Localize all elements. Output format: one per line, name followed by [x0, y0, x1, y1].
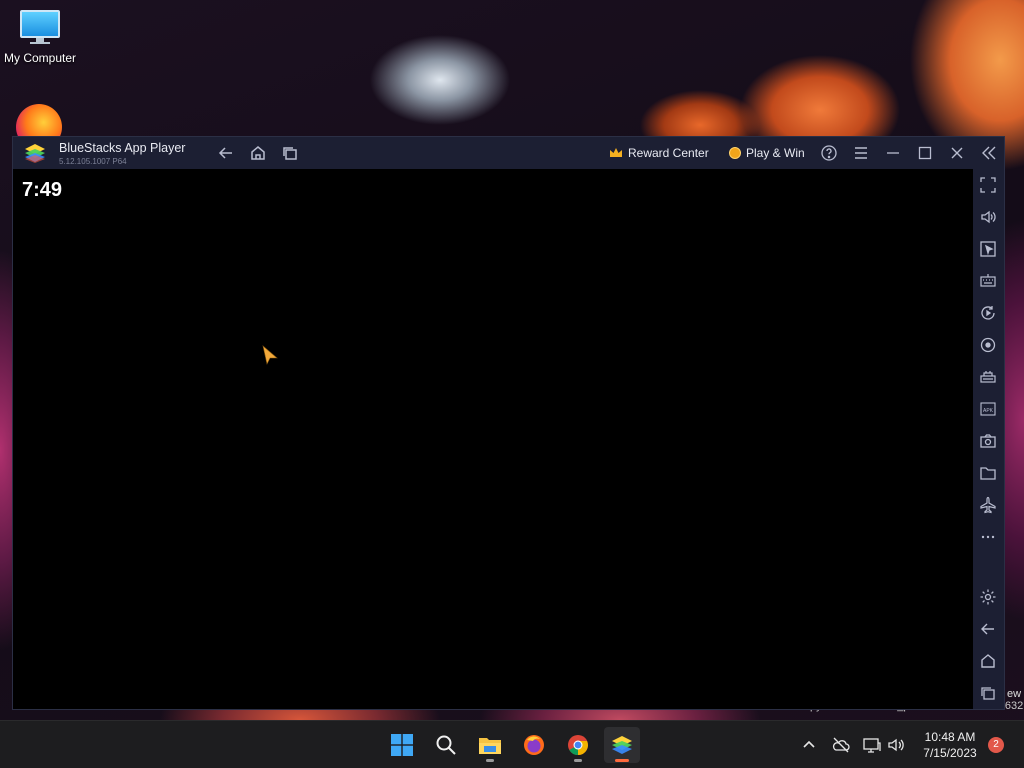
maximize-icon[interactable] — [916, 144, 934, 162]
back-arrow-icon[interactable] — [217, 144, 235, 162]
minimize-icon[interactable] — [884, 144, 902, 162]
search-button[interactable] — [428, 727, 464, 763]
desktop-icon-label: My Computer — [3, 51, 77, 65]
screenshot-icon[interactable] — [979, 432, 997, 450]
recent-apps-icon[interactable] — [281, 144, 299, 162]
svg-text:APK: APK — [983, 408, 994, 414]
pointer-icon[interactable] — [979, 240, 997, 258]
watermark-fragment: ew — [1007, 688, 1022, 700]
window-title: BlueStacks App Player — [59, 141, 186, 155]
firefox-button[interactable] — [516, 727, 552, 763]
android-back-icon[interactable] — [979, 620, 997, 638]
close-icon[interactable] — [948, 144, 966, 162]
reward-center-button[interactable]: Reward Center — [609, 143, 709, 163]
clock-time: 10:48 AM — [924, 730, 976, 744]
file-explorer-button[interactable] — [472, 727, 508, 763]
sync-icon[interactable] — [979, 336, 997, 354]
help-icon[interactable] — [820, 144, 838, 162]
settings-icon[interactable] — [979, 588, 997, 606]
clock-date: 7/15/2023 — [923, 746, 977, 760]
crown-icon — [610, 148, 622, 157]
bluestacks-logo-icon — [25, 144, 45, 163]
bluestacks-window: BlueStacks App Player 5.12.105.1007 P64 … — [12, 136, 1005, 710]
clock[interactable]: 10:48 AM 7/15/2023 — [918, 729, 982, 761]
title-bar[interactable]: BlueStacks App Player 5.12.105.1007 P64 … — [13, 137, 1004, 169]
onedrive-icon[interactable] — [831, 735, 851, 755]
coin-icon — [729, 147, 741, 159]
more-icon[interactable] — [979, 528, 997, 546]
home-icon[interactable] — [249, 144, 267, 162]
play-win-button[interactable]: Play & Win — [729, 143, 805, 163]
notification-badge[interactable]: 2 — [988, 737, 1004, 753]
windows-start-icon — [391, 734, 413, 756]
monitor-icon — [20, 10, 60, 44]
fullscreen-icon[interactable] — [979, 176, 997, 194]
android-clock: 7:49 — [22, 179, 63, 201]
search-icon — [436, 735, 456, 755]
file-explorer-icon — [479, 738, 501, 754]
hamburger-menu-icon[interactable] — [852, 144, 870, 162]
desktop-icon-my-computer[interactable]: My Computer — [0, 10, 80, 65]
reward-center-label: Reward Center — [628, 146, 709, 160]
android-recents-icon[interactable] — [979, 684, 997, 702]
start-button[interactable] — [384, 727, 420, 763]
bluestacks-icon — [612, 736, 632, 754]
chrome-icon — [568, 735, 588, 756]
rotate-icon[interactable] — [979, 304, 997, 322]
collapse-sidebar-icon[interactable] — [980, 144, 998, 162]
volume-tray-icon[interactable] — [886, 735, 906, 755]
keyboard-icon[interactable] — [979, 272, 997, 290]
chevron-up-icon[interactable] — [799, 735, 819, 755]
network-icon[interactable] — [862, 735, 882, 755]
right-sidebar: APK — [973, 169, 1004, 709]
app-version: 5.12.105.1007 P64 — [59, 157, 127, 166]
folder-icon[interactable] — [979, 464, 997, 482]
android-screen[interactable]: 7:49 — [13, 169, 973, 709]
chrome-button[interactable] — [560, 727, 596, 763]
apk-install-icon[interactable]: APK — [979, 400, 997, 418]
firefox-icon — [524, 735, 544, 755]
taskbar: 10:48 AM 7/15/2023 2 — [0, 720, 1024, 768]
mouse-cursor-icon — [262, 345, 278, 365]
bluestacks-button[interactable] — [604, 727, 640, 763]
airplane-icon[interactable] — [979, 496, 997, 514]
android-home-icon[interactable] — [979, 652, 997, 670]
play-win-label: Play & Win — [746, 146, 805, 160]
volume-icon[interactable] — [979, 208, 997, 226]
macro-icon[interactable] — [979, 368, 997, 386]
